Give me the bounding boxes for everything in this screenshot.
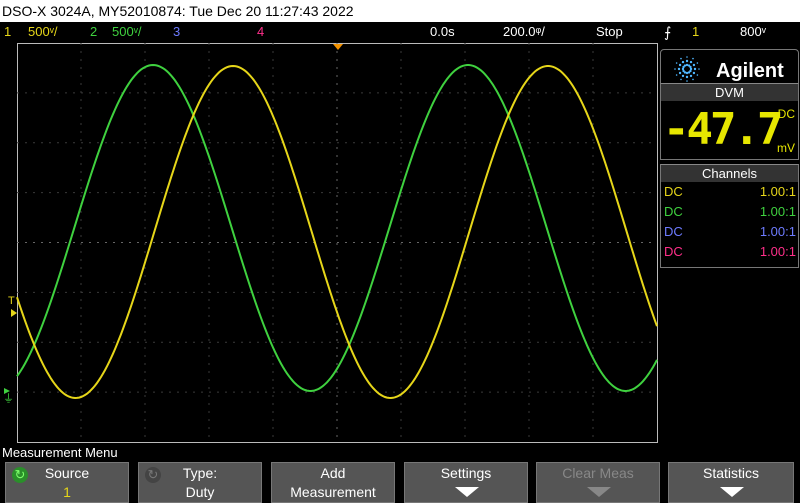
softkey-value: 1	[63, 484, 71, 500]
brand-name: Agilent	[716, 60, 784, 82]
ch4-number[interactable]: 4	[257, 24, 264, 39]
softkey-label: Add	[320, 465, 346, 481]
submenu-arrow-icon	[455, 487, 479, 497]
time-delay[interactable]: 0.0s	[430, 24, 455, 39]
softkey-label-line2: Measurement	[290, 484, 376, 500]
channel-coupling: DC	[664, 244, 683, 259]
channel-probe-ratio: 1.00:1	[759, 184, 796, 199]
dvm-coupling: DC	[777, 107, 795, 121]
submenu-arrow-icon	[587, 487, 611, 497]
dvm-readout: -47.7 DC mV	[660, 101, 799, 160]
channel-probe-ratio: 1.00:1	[759, 244, 796, 259]
channel-coupling: DC	[664, 204, 683, 219]
dvm-unit: mV	[777, 141, 795, 155]
waveform-graticule: T ⏚	[3, 43, 658, 442]
ch1-scale[interactable]: 500ᵛ/	[28, 24, 57, 39]
channel-row-2[interactable]: DC 1.00:1	[664, 204, 796, 224]
ch1-trigger-arrow	[11, 309, 17, 317]
softkey-label: Statistics	[702, 465, 759, 481]
dvm-reading: -47.7	[663, 104, 783, 155]
channels-list: DC 1.00:1 DC 1.00:1 DC 1.00:1 DC 1.00:1	[660, 182, 799, 268]
window-title: DSO-X 3024A, MY52010874: Tue Dec 20 11:2…	[0, 0, 800, 22]
trigger-edge-icon: ⨍	[664, 24, 672, 40]
ch2-number[interactable]: 2	[90, 24, 97, 39]
channel-coupling: DC	[664, 184, 683, 199]
channel-row-4[interactable]: DC 1.00:1	[664, 244, 796, 264]
trigger-source[interactable]: 1	[692, 24, 699, 39]
ch3-number[interactable]: 3	[173, 24, 180, 39]
ground-icon: ⏚	[3, 392, 14, 405]
softkey-label: Source	[44, 465, 90, 481]
trigger-level-marker: T	[8, 295, 15, 307]
channels-title: Channels	[660, 164, 799, 182]
softkey-label: Clear Meas	[562, 465, 634, 481]
submenu-arrow-icon	[720, 487, 744, 497]
channel-coupling: DC	[664, 224, 683, 239]
trigger-level[interactable]: 800ᵛ	[740, 24, 766, 39]
type-softkey[interactable]: ↻ Type: Duty	[138, 462, 262, 503]
channel-row-1[interactable]: DC 1.00:1	[664, 184, 796, 204]
channel-probe-ratio: 1.00:1	[759, 204, 796, 219]
dvm-title: DVM	[660, 83, 799, 101]
softkey-value: Duty	[185, 484, 215, 500]
trigger-position-marker	[333, 44, 343, 50]
graticule-lines	[17, 43, 657, 442]
add-measurement-softkey[interactable]: Add Measurement	[271, 462, 395, 503]
channel-probe-ratio: 1.00:1	[759, 224, 796, 239]
settings-softkey[interactable]: Settings	[404, 462, 528, 503]
clear-meas-softkey[interactable]: Clear Meas	[536, 462, 660, 503]
ch1-number[interactable]: 1	[4, 24, 11, 39]
source-softkey[interactable]: ↻ Source 1	[5, 462, 129, 503]
ch2-scale[interactable]: 500ᵛ/	[112, 24, 141, 39]
run-state: Stop	[596, 24, 623, 39]
status-bar: 1 500ᵛ/ 2 500ᵛ/ 3 4 0.0s 200.0ᵠ/ Stop ⨍ …	[0, 22, 800, 42]
channel-row-3[interactable]: DC 1.00:1	[664, 224, 796, 244]
softkey-label: Settings	[440, 465, 492, 481]
time-scale[interactable]: 200.0ᵠ/	[503, 24, 545, 39]
softkey-label: Type:	[182, 465, 218, 481]
menu-title: Measurement Menu	[2, 445, 118, 460]
statistics-softkey[interactable]: Statistics	[668, 462, 794, 503]
